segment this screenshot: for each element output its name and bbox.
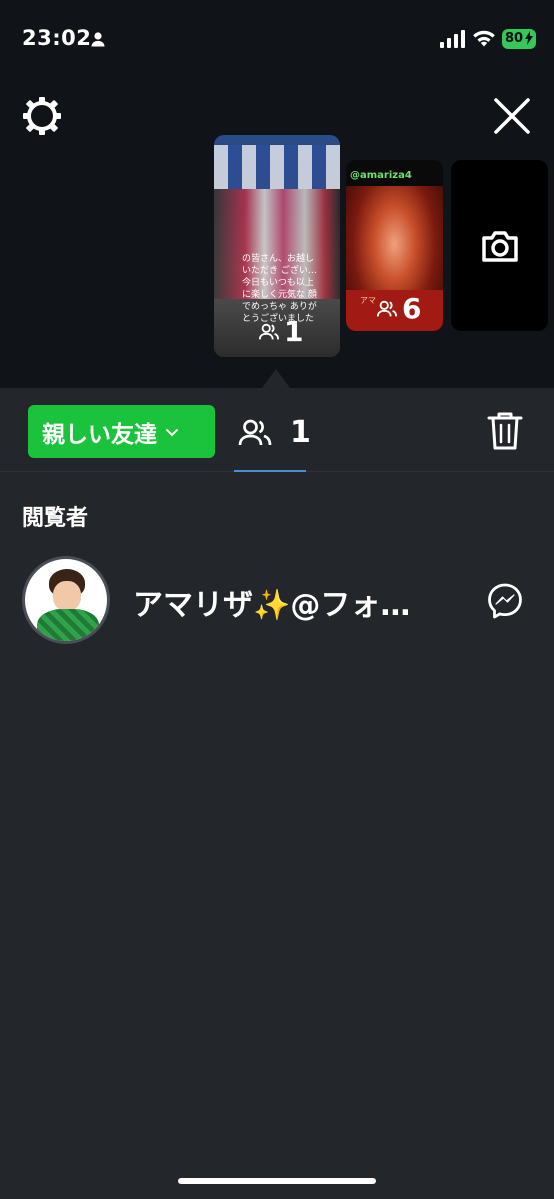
status-bar: 23:02 80: [0, 0, 554, 80]
story-thumbnail-current[interactable]: の皆さん、お越しいただき ござい… 今日もいつも以上に楽しく元気な 顔でめっちゃ…: [214, 135, 340, 357]
cellular-signal-icon: [440, 30, 465, 48]
selected-story-pointer: [262, 369, 290, 388]
close-icon[interactable]: [490, 94, 534, 138]
viewers-icon: [238, 419, 272, 446]
status-time: 23:02: [22, 26, 92, 50]
thumbnail-banner-text: アマ: [360, 296, 376, 305]
person-icon: [91, 32, 105, 47]
add-story-camera-button[interactable]: [451, 160, 548, 331]
viewers-count: 1: [290, 415, 311, 450]
thumbnail-viewer-count-value: 6: [402, 292, 422, 325]
thumbnail-viewer-count: 6: [376, 292, 421, 325]
battery-level: 80: [505, 31, 524, 46]
charging-bolt-icon: [525, 31, 533, 45]
close-friends-button[interactable]: 親しい友達: [28, 405, 215, 458]
battery-indicator: 80: [502, 29, 536, 49]
wifi-icon: [473, 30, 495, 47]
viewer-name[interactable]: アマリザ✨@フォ…: [133, 580, 443, 624]
trash-icon[interactable]: [486, 410, 524, 452]
story-info-tabbar: 親しい友達 1: [0, 388, 554, 472]
story-thumbnail[interactable]: @amariza4 アマ 6: [346, 160, 443, 331]
viewers-section-title: 閲覧者: [22, 506, 89, 531]
active-tab-underline: [234, 470, 306, 472]
viewer-list-item[interactable]: アマリザ✨@フォ…: [0, 552, 554, 648]
thumbnail-viewer-count-value: 1: [284, 315, 304, 348]
messenger-icon[interactable]: [486, 582, 524, 620]
chevron-down-icon: [166, 428, 178, 436]
avatar-face: [53, 581, 81, 611]
avatar[interactable]: [22, 556, 110, 644]
home-indicator[interactable]: [178, 1178, 376, 1184]
thumbnail-handle: @amariza4: [350, 170, 412, 181]
tab-viewers[interactable]: 1: [234, 405, 311, 472]
close-friends-label: 親しい友達: [42, 421, 157, 448]
viewers-icon: [376, 300, 398, 316]
thumbnail-viewer-count: 1: [258, 315, 303, 348]
avatar-shirt: [37, 609, 99, 641]
camera-icon: [482, 231, 518, 262]
settings-gear-icon[interactable]: [20, 94, 64, 138]
viewers-icon: [258, 323, 280, 339]
thumbnail-backdrop: [214, 145, 340, 189]
